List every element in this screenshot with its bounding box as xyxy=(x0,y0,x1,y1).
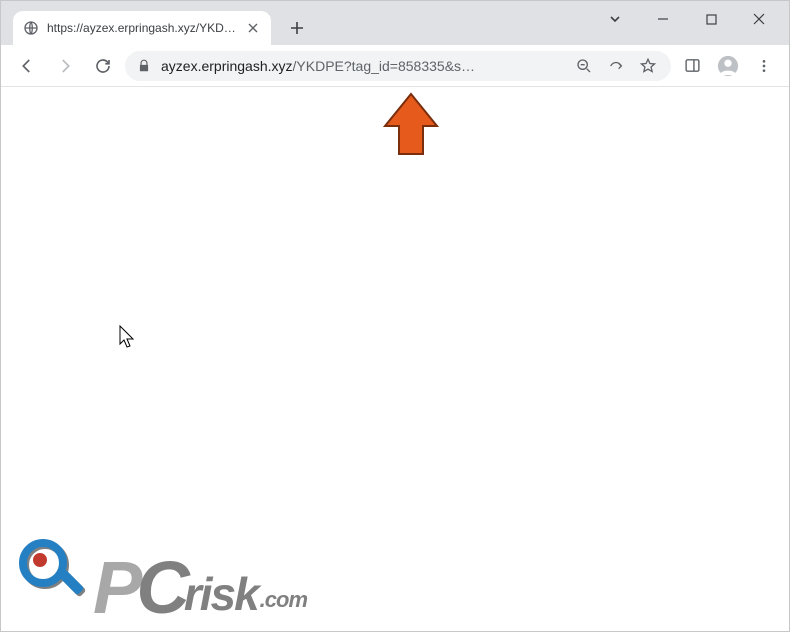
window-controls xyxy=(593,1,789,37)
reload-button[interactable] xyxy=(87,50,119,82)
bookmark-star-icon[interactable] xyxy=(637,55,659,77)
new-tab-button[interactable] xyxy=(283,14,311,42)
maximize-button[interactable] xyxy=(689,3,733,35)
watermark-risk: risk xyxy=(184,576,258,613)
url-text: ayzex.erpringash.xyz/YKDPE?tag_id=858335… xyxy=(161,58,563,74)
lock-icon xyxy=(137,59,151,73)
page-content: P C risk .com xyxy=(1,87,789,631)
url-path: /YKDPE?tag_id=858335&s… xyxy=(293,58,476,74)
tab-title: https://ayzex.erpringash.xyz/YKDPE xyxy=(47,21,237,35)
toolbar: ayzex.erpringash.xyz/YKDPE?tag_id=858335… xyxy=(1,45,789,87)
zoom-icon[interactable] xyxy=(573,55,595,77)
annotation-arrow-icon xyxy=(381,90,443,160)
menu-button[interactable] xyxy=(749,51,779,81)
share-icon[interactable] xyxy=(605,55,627,77)
forward-button[interactable] xyxy=(49,50,81,82)
globe-icon xyxy=(23,20,39,36)
minimize-button[interactable] xyxy=(641,3,685,35)
watermark-logo: P C risk .com xyxy=(19,539,307,617)
back-button[interactable] xyxy=(11,50,43,82)
profile-avatar-icon[interactable] xyxy=(713,51,743,81)
tab-close-button[interactable] xyxy=(245,20,261,36)
address-bar[interactable]: ayzex.erpringash.xyz/YKDPE?tag_id=858335… xyxy=(125,51,671,81)
close-window-button[interactable] xyxy=(737,3,781,35)
url-host: ayzex.erpringash.xyz xyxy=(161,58,293,74)
mouse-cursor-icon xyxy=(119,325,137,347)
watermark-p: P xyxy=(93,558,136,617)
browser-tab[interactable]: https://ayzex.erpringash.xyz/YKDPE xyxy=(13,11,271,45)
tab-strip: https://ayzex.erpringash.xyz/YKDPE xyxy=(1,1,789,45)
tab-search-button[interactable] xyxy=(593,3,637,35)
side-panel-icon[interactable] xyxy=(677,51,707,81)
watermark-c: C xyxy=(136,558,183,617)
watermark-com: .com xyxy=(260,587,307,613)
magnifier-icon xyxy=(19,539,91,611)
